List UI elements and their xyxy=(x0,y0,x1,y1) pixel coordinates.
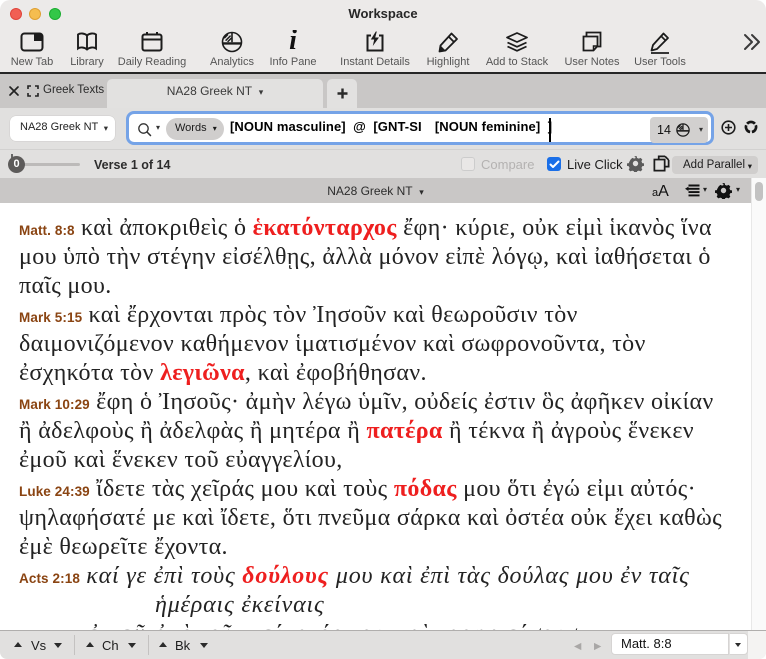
svg-text:i: i xyxy=(289,30,297,54)
